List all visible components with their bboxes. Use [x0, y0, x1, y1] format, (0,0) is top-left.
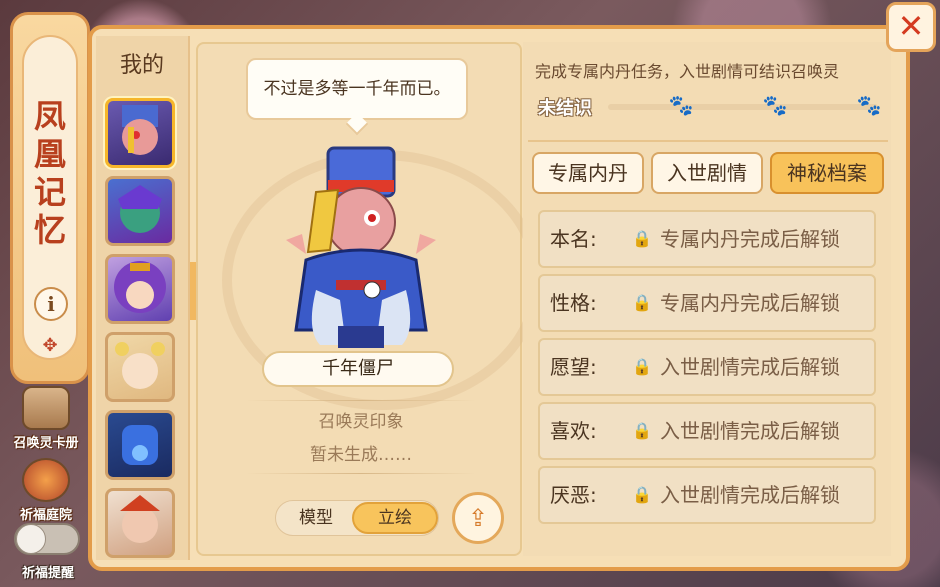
list-header: 我的	[119, 53, 164, 78]
row-text: 入世剧情完成后解锁	[660, 483, 840, 507]
girl-avatar-icon	[114, 261, 166, 313]
warrior-avatar-icon	[120, 495, 160, 543]
mode-model-button[interactable]: 模型	[276, 501, 356, 535]
row-text: 专属内丹完成后解锁	[660, 291, 840, 315]
blessing-remind-toggle[interactable]	[14, 523, 80, 555]
impression-status: 暂未生成……	[310, 445, 412, 465]
knight-avatar-icon	[122, 425, 158, 465]
phoenix-memory-scroll: 凤凰记忆 i ✥	[10, 12, 90, 384]
divider-bottom	[246, 473, 476, 474]
share-icon: ⇪	[467, 504, 489, 532]
row-text: 入世剧情完成后解锁	[660, 419, 840, 443]
avatar-2[interactable]	[105, 176, 175, 246]
archive-row-personality: 性格: 🔒 专属内丹完成后解锁	[538, 274, 876, 332]
lock-icon: 🔒	[632, 293, 652, 312]
avatar-3[interactable]	[105, 254, 175, 324]
blessing-yard-button[interactable]: 祈福庭院	[4, 458, 88, 523]
archive-row-name: 本名: 🔒 专属内丹完成后解锁	[538, 210, 876, 268]
blessing-yard-label: 祈福庭院	[19, 508, 72, 523]
summon-album-label: 召唤灵卡册	[13, 436, 79, 451]
close-button[interactable]: ✕	[886, 2, 936, 52]
knot-icon: ✥	[42, 335, 58, 356]
row-label: 本名:	[550, 227, 597, 251]
tab-mystery-archive[interactable]: 神秘档案	[770, 152, 884, 194]
impression-title: 召唤灵印象	[318, 412, 404, 432]
row-label: 厌恶:	[550, 483, 597, 507]
relationship-status: 未结识	[538, 98, 592, 119]
row-label: 愿望:	[550, 355, 597, 379]
avatar-zombie[interactable]	[105, 98, 175, 168]
scroll-inner: 凤凰记忆 i ✥	[22, 35, 78, 360]
mode-art-button[interactable]: 立绘	[352, 502, 438, 534]
divider	[528, 140, 888, 142]
lantern-icon	[22, 458, 70, 502]
card-album-icon	[22, 386, 70, 430]
bond-progress	[608, 104, 878, 110]
archive-row-dislikes: 厌恶: 🔒 入世剧情完成后解锁	[538, 466, 876, 524]
info-button[interactable]: i	[34, 287, 68, 321]
impression-box: 召唤灵印象 暂未生成……	[236, 400, 486, 474]
paw-icon: 🐾	[762, 93, 788, 117]
zombie-avatar-icon	[122, 105, 158, 155]
archive-row-likes: 喜欢: 🔒 入世剧情完成后解锁	[538, 402, 876, 460]
tab-exclusive-core[interactable]: 专属内丹	[532, 152, 644, 194]
child-avatar-icon	[115, 342, 165, 389]
avatar-5[interactable]	[105, 410, 175, 480]
row-text: 专属内丹完成后解锁	[660, 227, 840, 251]
paw-icon: 🐾	[856, 93, 882, 117]
lock-icon: 🔒	[632, 485, 652, 504]
blessing-remind-label: 祈福提醒	[21, 566, 74, 581]
summon-album-button[interactable]: 召唤灵卡册	[4, 386, 88, 451]
toggle-knob[interactable]	[16, 524, 46, 554]
lock-icon: 🔒	[632, 357, 652, 376]
row-label: 性格:	[550, 291, 597, 315]
paw-icon: 🐾	[668, 93, 694, 117]
row-text: 入世剧情完成后解锁	[660, 355, 840, 379]
close-icon: ✕	[897, 7, 925, 45]
share-button[interactable]: ⇪	[452, 492, 504, 544]
summon-list: 我的	[96, 36, 190, 560]
zombie-character-art	[286, 146, 436, 348]
lock-icon: 🔒	[632, 421, 652, 440]
row-label: 喜欢:	[550, 419, 597, 443]
display-mode-toggle: 模型 立绘	[275, 500, 439, 536]
speech-bubble: 不过是多等一千年而已。	[246, 58, 468, 120]
lock-icon: 🔒	[632, 229, 652, 248]
tab-worldly-story[interactable]: 入世剧情	[651, 152, 763, 194]
armored-avatar-icon	[118, 185, 162, 233]
avatar-4[interactable]	[105, 332, 175, 402]
divider-top	[246, 400, 476, 401]
archive-row-wish: 愿望: 🔒 入世剧情完成后解锁	[538, 338, 876, 396]
unlock-hint: 完成专属内丹任务，入世剧情可结识召唤灵	[535, 62, 840, 81]
avatar-6[interactable]	[105, 488, 175, 558]
character-name: 千年僵尸	[262, 351, 454, 387]
scroll-title: 凤凰记忆	[33, 97, 66, 249]
